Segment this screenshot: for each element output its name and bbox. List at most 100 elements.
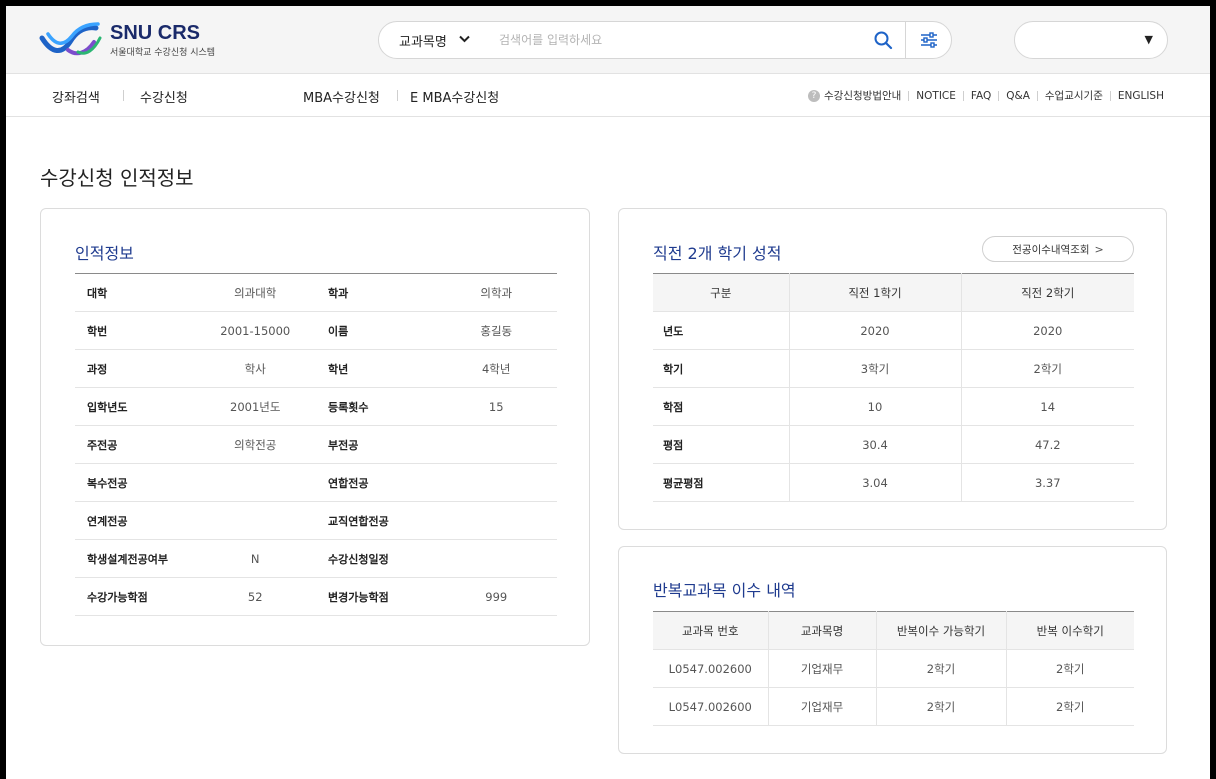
table-cell: 3학기	[788, 349, 961, 388]
field-label: 수강신청일정	[316, 539, 436, 578]
field-value	[194, 501, 317, 540]
nav-emba-registration[interactable]: E MBA수강신청	[410, 87, 499, 106]
user-dropdown[interactable]: ▼	[1014, 21, 1168, 59]
table-row: 연계전공 교직연합전공	[75, 501, 557, 540]
table-row: 주전공 의학전공 부전공	[75, 425, 557, 464]
search-bar: 교과목명	[378, 21, 952, 59]
main-nav: 강좌검색 수강신청 MBA수강신청 E MBA수강신청 ? 수강신청방법안내 N…	[6, 74, 1210, 117]
repeat-courses-title: 반복교과목 이수 내역	[653, 581, 796, 600]
grades-title: 직전 2개 학기 성적	[653, 244, 782, 263]
row-label: 학점	[653, 387, 789, 426]
table-cell: 3.37	[960, 463, 1134, 502]
field-value: 의과대학	[194, 273, 317, 312]
table-row: 학기 3학기 2학기	[653, 349, 1134, 388]
table-cell: L0547.002600	[653, 687, 768, 726]
table-row: 학생설계전공여부 N 수강신청일정	[75, 539, 557, 578]
table-row: 복수전공 연합전공	[75, 463, 557, 502]
util-divider	[962, 90, 964, 101]
repeat-header-row: 교과목 번호 교과목명 반복이수 가능학기 반복 이수학기	[653, 611, 1134, 650]
grades-table: 구분 직전 1학기 직전 2학기 년도 2020 2020 학기 3학기 2학기 학점 10 1…	[653, 273, 1134, 502]
search-input[interactable]	[499, 25, 861, 55]
grades-header-cell: 구분	[653, 273, 789, 312]
table-row: L0547.002600 기업재무 2학기 2학기	[653, 649, 1134, 688]
nav-mba-registration[interactable]: MBA수강신청	[303, 87, 380, 106]
search-category-label: 교과목명	[399, 34, 447, 50]
nav-course-search[interactable]: 강좌검색	[52, 87, 100, 106]
personal-info-table: 대학 의과대학 학과 의학과 학번 2001-15000 이름 홍길동 과정 학사 학년 4학년 입학년…	[75, 273, 557, 616]
logo-subtitle: 서울대학교 수강신청 시스템	[110, 48, 216, 58]
snu-logo-icon	[39, 22, 102, 56]
logo[interactable]: SNU CRS 서울대학교 수강신청 시스템	[38, 18, 268, 62]
logo-title: SNU CRS	[110, 22, 201, 44]
util-period-link[interactable]: 수업교시기준	[1045, 88, 1103, 103]
util-english-link[interactable]: ENGLISH	[1118, 90, 1164, 102]
table-cell: 2학기	[875, 649, 1006, 688]
field-value	[435, 425, 557, 464]
search-button[interactable]	[861, 22, 905, 58]
dropdown-arrow-icon: ▼	[1144, 33, 1153, 46]
row-label: 평점	[653, 425, 789, 464]
table-row: 학점 10 14	[653, 387, 1134, 426]
field-value	[435, 501, 557, 540]
field-label: 주전공	[75, 425, 195, 464]
table-row: 수강가능학점 52 변경가능학점 999	[75, 577, 557, 616]
field-label: 교직연합전공	[316, 501, 436, 540]
field-label: 복수전공	[75, 463, 195, 502]
header: SNU CRS 서울대학교 수강신청 시스템 교과목명 검색어를 입력하세요 ▼	[6, 6, 1210, 74]
table-row: 입학년도 2001년도 등록횟수 15	[75, 387, 557, 426]
major-history-label: 전공이수내역조회	[1012, 243, 1090, 256]
search-category-select[interactable]: 교과목명	[379, 31, 499, 50]
table-row: 평점 30.4 47.2	[653, 425, 1134, 464]
table-cell: 기업재무	[767, 687, 876, 726]
field-label: 수강가능학점	[75, 577, 195, 616]
row-label: 년도	[653, 311, 789, 350]
nav-divider	[397, 90, 398, 101]
field-label: 학과	[316, 273, 436, 312]
util-qa-link[interactable]: Q&A	[1006, 90, 1030, 102]
field-value	[435, 539, 557, 578]
table-cell: 기업재무	[767, 649, 876, 688]
personal-info-card: 인적정보 대학 의과대학 학과 의학과 학번 2001-15000 이름 홍길동 과정 학사 학년 4…	[40, 208, 590, 646]
field-value: 의학과	[435, 273, 557, 312]
table-cell: 47.2	[960, 425, 1134, 464]
util-divider	[1036, 90, 1038, 101]
personal-info-title: 인적정보	[75, 244, 134, 263]
table-cell: 14	[960, 387, 1134, 426]
major-history-button[interactable]: 전공이수내역조회 >	[982, 236, 1134, 262]
field-value: 2001-15000	[194, 311, 317, 350]
filter-icon	[920, 32, 937, 48]
table-cell: 2020	[960, 311, 1134, 350]
table-row: 과정 학사 학년 4학년	[75, 349, 557, 388]
table-row: L0547.002600 기업재무 2학기 2학기	[653, 687, 1134, 726]
util-faq-link[interactable]: FAQ	[971, 90, 991, 102]
filter-button[interactable]	[905, 22, 951, 58]
grades-header-row: 구분 직전 1학기 직전 2학기	[653, 273, 1134, 312]
nav-divider	[123, 90, 124, 101]
table-cell: L0547.002600	[653, 649, 768, 688]
row-label: 평균평점	[653, 463, 789, 502]
util-notice-link[interactable]: NOTICE	[916, 90, 956, 102]
nav-registration[interactable]: 수강신청	[140, 87, 188, 106]
grades-card: 직전 2개 학기 성적 전공이수내역조회 > 구분 직전 1학기 직전 2학기 …	[618, 208, 1167, 530]
table-cell: 2020	[788, 311, 961, 350]
util-divider	[908, 90, 910, 101]
field-label: 학번	[75, 311, 195, 350]
field-label: 등록횟수	[316, 387, 436, 426]
util-divider	[998, 90, 1000, 101]
help-icon: ?	[808, 89, 821, 102]
field-label: 연계전공	[75, 501, 195, 540]
table-cell: 2학기	[1005, 687, 1134, 726]
field-value: 홍길동	[435, 311, 557, 350]
table-cell: 10	[788, 387, 961, 426]
field-label: 대학	[75, 273, 195, 312]
field-label: 과정	[75, 349, 195, 388]
table-cell: 30.4	[788, 425, 961, 464]
field-label: 연합전공	[316, 463, 436, 502]
repeat-courses-table: 교과목 번호 교과목명 반복이수 가능학기 반복 이수학기 L0547.0026…	[653, 611, 1134, 726]
field-value: 의학전공	[194, 425, 317, 464]
page-title: 수강신청 인적정보	[40, 166, 194, 190]
field-value: 2001년도	[194, 387, 317, 426]
util-guide-link[interactable]: 수강신청방법안내	[824, 88, 901, 103]
row-label: 학기	[653, 349, 789, 388]
field-label: 변경가능학점	[316, 577, 436, 616]
